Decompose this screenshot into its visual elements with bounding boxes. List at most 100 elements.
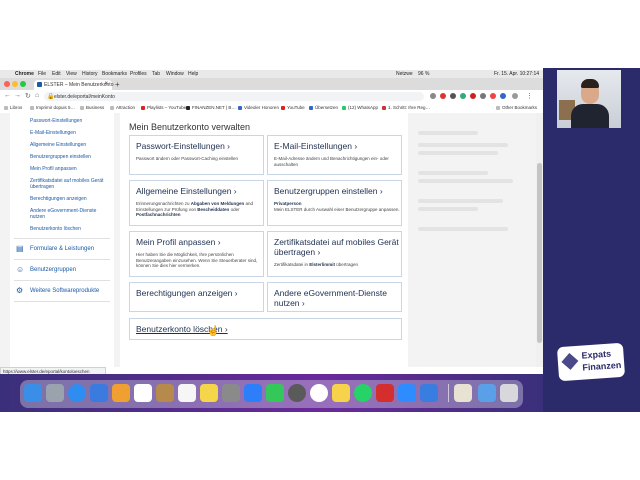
menu-app[interactable]: Chrome [15,71,34,77]
home-icon[interactable]: ⌂ [35,92,39,99]
card-egovernment[interactable]: Andere eGovernment-Dienste nutzen › [267,282,402,312]
finder-icon[interactable] [24,384,42,402]
reload-icon[interactable]: ↻ [25,92,31,100]
acrobat-icon[interactable] [376,384,394,402]
bookmark-item[interactable]: YouTube [281,105,305,110]
notes-icon[interactable] [200,384,218,402]
bookmark-item[interactable]: Übersetzen [309,105,338,110]
back-icon[interactable]: ← [4,92,11,99]
misc-blue-app-icon[interactable] [420,384,438,402]
card-passwort[interactable]: Passwort-Einstellungen › Passwort ändern… [129,135,264,175]
close-window-icon[interactable] [4,81,10,87]
menu-bookmarks[interactable]: Bookmarks [102,71,127,77]
kebab-menu-icon[interactable]: ⋮ [526,92,533,100]
extension-icon[interactable] [470,93,476,99]
logo-line2: Finanzen [582,359,622,373]
reminders-icon[interactable] [178,384,196,402]
preview-icon[interactable] [454,384,472,402]
url-text: elster.de/eportal/meinKonto [54,94,115,100]
extension-icon[interactable] [480,93,486,99]
bookmark-item[interactable]: Libros [4,105,22,110]
card-email[interactable]: E-Mail-Einstellungen › E-Mail-Adresse än… [267,135,402,175]
menu-profiles[interactable]: Profiles [130,71,147,77]
bookmark-item[interactable]: FINANZEN.NET | B… [186,105,236,110]
zoom-window-icon[interactable] [20,81,26,87]
app-store-icon[interactable] [244,384,262,402]
facetime-icon[interactable] [266,384,284,402]
mail-icon[interactable] [90,384,108,402]
extension-icon[interactable] [440,93,446,99]
menu-history[interactable]: History [82,71,98,77]
tab-elster[interactable]: ELSTER – Mein Benutzerkonto × [34,80,114,90]
extension-icon[interactable] [500,93,506,99]
bookmark-item[interactable]: Attraction [110,105,135,110]
card-title: Passwort-Einstellungen › [136,141,231,151]
forward-icon[interactable]: → [14,92,21,99]
sidebar-item-zertifikat[interactable]: Zertifikatsdatei auf mobiles Gerät übert… [30,178,110,190]
sidebar-item-software[interactable]: Weitere Softwareprodukte [30,288,99,294]
sidebar-item-berechtigungen[interactable]: Berechtigungen anzeigen [30,196,110,202]
menu-window[interactable]: Window [166,71,184,77]
sidebar-item-loeschen[interactable]: Benutzerkonto löschen [30,226,110,232]
menu-help[interactable]: Help [188,71,198,77]
card-desc: Privatperson Mein ELSTER durch Auswahl ei… [274,201,400,212]
trash-icon[interactable] [500,384,518,402]
system-preferences-icon[interactable] [288,384,306,402]
bookmark-item[interactable]: Playlists – YouTube [141,105,186,110]
mac-menubar: Chrome File Edit View History Bookmarks … [0,70,543,78]
sidebar-item-formulare[interactable]: Formulare & Leistungen [30,246,94,252]
card-loeschen[interactable]: Benutzerkonto löschen › [129,318,402,340]
downloads-folder-icon[interactable] [478,384,496,402]
extension-icon[interactable] [490,93,496,99]
misc-app-icon[interactable] [222,384,240,402]
tab-close-icon[interactable]: × [104,81,108,87]
extension-icon[interactable] [450,93,456,99]
sidebar-item-benutzergruppen[interactable]: Benutzergruppen einstellen [30,154,110,160]
tab-title: ELSTER – Mein Benutzerkonto [44,82,114,88]
whatsapp-icon[interactable] [354,384,372,402]
sidebar-item-passwort[interactable]: Passwort-Einstellungen [30,118,110,124]
photos-icon[interactable] [112,384,130,402]
bookmark-item[interactable]: Videoler Honoren [238,105,279,110]
card-berechtigungen[interactable]: Berechtigungen anzeigen › [129,282,264,312]
battery-status[interactable]: 96 % [418,71,429,77]
sidebar-item-email[interactable]: E-Mail-Einstellungen [30,130,110,136]
card-allgemein[interactable]: Allgemeine Einstellungen › Erinnerungsna… [129,180,264,226]
bookmark-item[interactable]: Business [80,105,104,110]
extension-icon[interactable] [430,93,436,99]
chrome-icon[interactable] [310,384,328,402]
card-title: Mein Profil anpassen › [136,237,221,247]
bookmark-item[interactable]: 1. Schritt: Ihre Reg… [382,105,430,110]
other-bookmarks[interactable]: Other Bookmarks [496,105,537,110]
network-status[interactable]: Netzwe [396,71,413,77]
extension-icon[interactable] [460,93,466,99]
menu-file[interactable]: File [38,71,46,77]
contacts-icon[interactable] [156,384,174,402]
stickies-icon[interactable] [332,384,350,402]
page-scrollbar[interactable] [536,113,543,367]
launchpad-icon[interactable] [46,384,64,402]
sidebar-item-egovernment[interactable]: Andere eGovernment-Dienste nutzen [30,208,110,220]
menu-view[interactable]: View [66,71,77,77]
sidebar-item-allgemein[interactable]: Allgemeine Einstellungen [30,142,110,148]
sidebar-item-profil[interactable]: Mein Profil anpassen [30,166,110,172]
safari-icon[interactable] [68,384,86,402]
minimize-window-icon[interactable] [12,81,18,87]
menu-edit[interactable]: Edit [52,71,61,77]
sidebar-item-benutzergruppen-main[interactable]: Benutzergruppen [30,267,76,273]
zoom-icon[interactable] [398,384,416,402]
menu-tab[interactable]: Tab [152,71,160,77]
profile-avatar[interactable] [512,93,518,99]
scrollbar-thumb[interactable] [537,163,542,343]
card-benutzergruppen[interactable]: Benutzergruppen einstellen › Privatperso… [267,180,402,226]
card-desc: Erinnerungsnachrichten zu Abgaben von Me… [136,201,254,217]
card-profil[interactable]: Mein Profil anpassen › Hier haben Sie di… [129,231,264,277]
url-input[interactable]: 🔒 elster.de/eportal/meinKonto [44,92,424,101]
new-tab-icon[interactable]: + [115,80,120,89]
card-zertifikat[interactable]: Zertifikatsdatei auf mobiles Gerät übert… [267,231,402,277]
card-title: Zertifikatsdatei auf mobiles Gerät übert… [274,237,399,257]
menubar-clock[interactable]: Fr. 15. Apr. 10:27:14 [494,71,539,77]
calendar-icon[interactable] [134,384,152,402]
bookmark-item[interactable]: (12) WhatsApp [342,105,378,110]
bookmark-item[interactable]: Imprimir dopuis 5… [30,105,75,110]
